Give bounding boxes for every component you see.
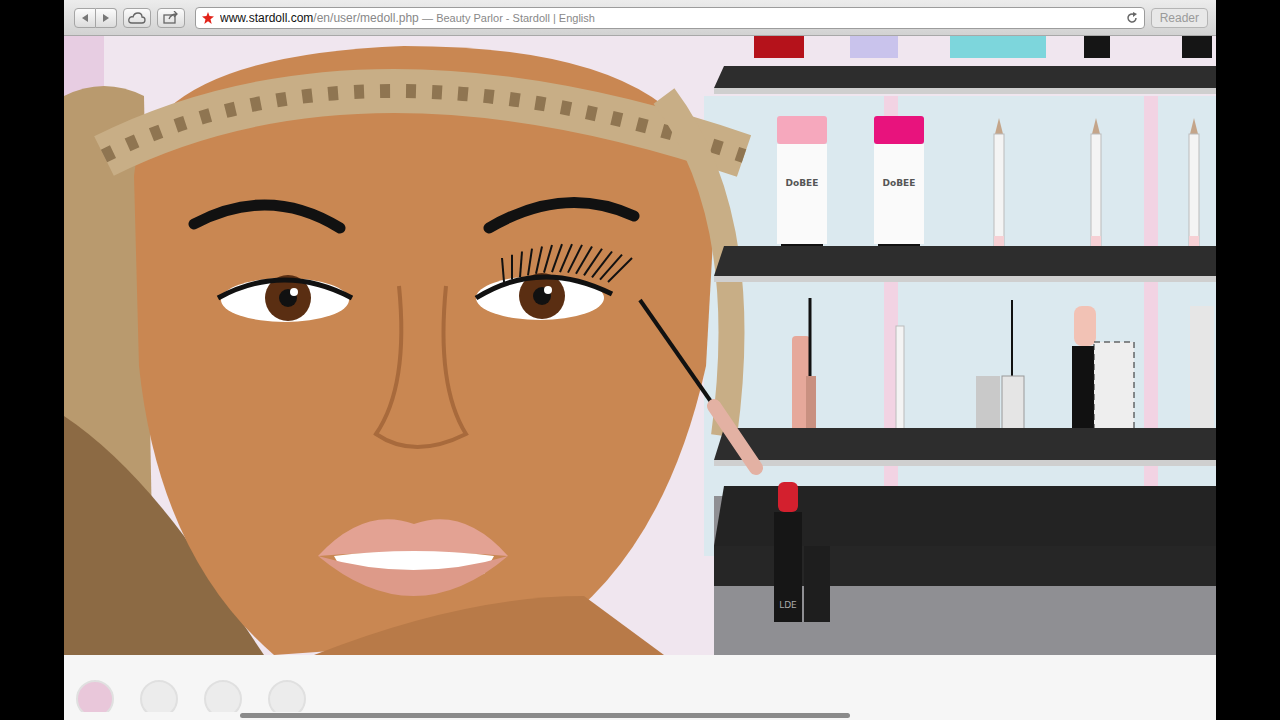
left-eyebrow: [194, 205, 340, 228]
cream-tube[interactable]: DoBEE: [874, 116, 924, 254]
red-lipstick[interactable]: LDE: [774, 482, 830, 622]
eye-pencil[interactable]: [1091, 118, 1101, 254]
cream-tube[interactable]: DoBEE: [777, 116, 827, 254]
share-button[interactable]: [157, 8, 185, 28]
lipstick-label: LDE: [779, 600, 797, 610]
nose: [376, 286, 466, 447]
beauty-parlor-scene: DoBEE DoBEE LDE: [64, 36, 1216, 655]
forward-arrow-icon: [101, 13, 111, 23]
back-button[interactable]: [74, 8, 96, 28]
tube-label: DoBEE: [883, 178, 916, 188]
eye-pencil[interactable]: [1189, 118, 1199, 254]
right-eye: [476, 244, 632, 320]
nav-buttons: [74, 8, 117, 28]
tool-bar: [64, 655, 1216, 712]
horizontal-scrollbar[interactable]: [64, 712, 1216, 720]
icloud-button[interactable]: [123, 8, 151, 28]
screen: www.stardoll.com/en/user/medoll.php — Be…: [0, 0, 1280, 720]
forward-button[interactable]: [96, 8, 117, 28]
cloud-icon: [128, 12, 146, 24]
tube-label: DoBEE: [786, 178, 819, 188]
lips: [318, 519, 508, 596]
mascara-wand[interactable]: [640, 300, 756, 468]
stardoll-favicon-icon: [202, 12, 214, 24]
scrollbar-thumb[interactable]: [240, 713, 850, 718]
eye-pencil[interactable]: [994, 118, 1004, 254]
reader-button[interactable]: Reader: [1151, 8, 1208, 28]
braid: [104, 91, 744, 156]
nude-lipstick[interactable]: [1072, 306, 1134, 436]
doll-face: [64, 46, 744, 655]
share-icon: [163, 11, 179, 24]
room-background: [64, 36, 1216, 655]
address-bar[interactable]: www.stardoll.com/en/user/medoll.php — Be…: [195, 7, 1145, 29]
browser-window: www.stardoll.com/en/user/medoll.php — Be…: [64, 0, 1216, 720]
right-eyebrow: [489, 203, 634, 228]
back-arrow-icon: [80, 13, 90, 23]
url-text: www.stardoll.com/en/user/medoll.php — Be…: [220, 11, 1120, 25]
liquid-liner[interactable]: [976, 300, 1024, 436]
window-background: [704, 96, 1216, 556]
left-eye: [218, 275, 352, 322]
pencil[interactable]: [896, 326, 904, 436]
white-lipstick[interactable]: [1190, 306, 1214, 436]
product-shelves: DoBEE DoBEE LDE: [714, 36, 1216, 655]
browser-toolbar: www.stardoll.com/en/user/medoll.php — Be…: [64, 0, 1216, 36]
mascara[interactable]: [792, 298, 816, 436]
reload-icon[interactable]: [1126, 12, 1138, 24]
